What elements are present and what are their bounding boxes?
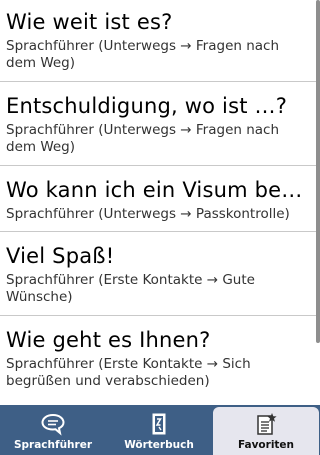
tab-favorites[interactable]: Favoriten <box>213 407 319 455</box>
tab-dictionary-label: Wörterbuch <box>124 439 194 451</box>
list-item[interactable]: Wie weit ist es? Sprachführer (Unterwegs… <box>0 0 318 82</box>
item-subtitle: Sprachführer (Unterwegs → Fragen nach de… <box>6 38 280 71</box>
item-title: Entschuldigung, wo ist …? <box>6 94 288 118</box>
favorites-screen: Wie weit ist es? Sprachführer (Unterwegs… <box>0 0 320 455</box>
item-subtitle: Sprachführer (Erste Kontakte → Gute Wüns… <box>6 272 255 305</box>
list-item[interactable]: Entschuldigung, wo ist …? Sprachführer (… <box>0 82 318 166</box>
list-item[interactable]: Viel Spaß! Sprachführer (Erste Kontakte … <box>0 232 318 316</box>
item-title: Wo kann ich ein Visum be… <box>6 178 303 202</box>
tab-dictionary[interactable]: Wörterbuch <box>106 405 212 455</box>
item-subtitle: Sprachführer (Unterwegs → Passkontrolle) <box>6 206 290 222</box>
list-item[interactable]: Wie geht es Ihnen? Sprachführer (Erste K… <box>0 316 318 405</box>
tab-favorites-label: Favoriten <box>237 439 295 451</box>
dictionary-book-icon <box>145 411 173 437</box>
tab-phrasebook[interactable]: Sprachführer <box>0 405 106 455</box>
item-title: Wie weit ist es? <box>6 10 173 34</box>
bottom-tab-bar: Sprachführer Wörterbuch Favoriten <box>0 405 320 455</box>
item-subtitle: Sprachführer (Erste Kontakte → Sich begr… <box>6 356 251 389</box>
favorites-list: Wie weit ist es? Sprachführer (Unterwegs… <box>0 0 318 405</box>
item-title: Wie geht es Ihnen? <box>6 328 211 352</box>
item-title: Viel Spaß! <box>6 244 115 268</box>
item-subtitle: Sprachführer (Unterwegs → Fragen nach de… <box>6 122 280 155</box>
list-item[interactable]: Wo kann ich ein Visum be… Sprachführer (… <box>0 166 318 232</box>
scrollbar[interactable] <box>316 0 320 343</box>
speech-bubble-icon <box>39 411 67 437</box>
tab-phrasebook-label: Sprachführer <box>13 439 93 451</box>
favorites-star-document-icon <box>252 411 280 437</box>
